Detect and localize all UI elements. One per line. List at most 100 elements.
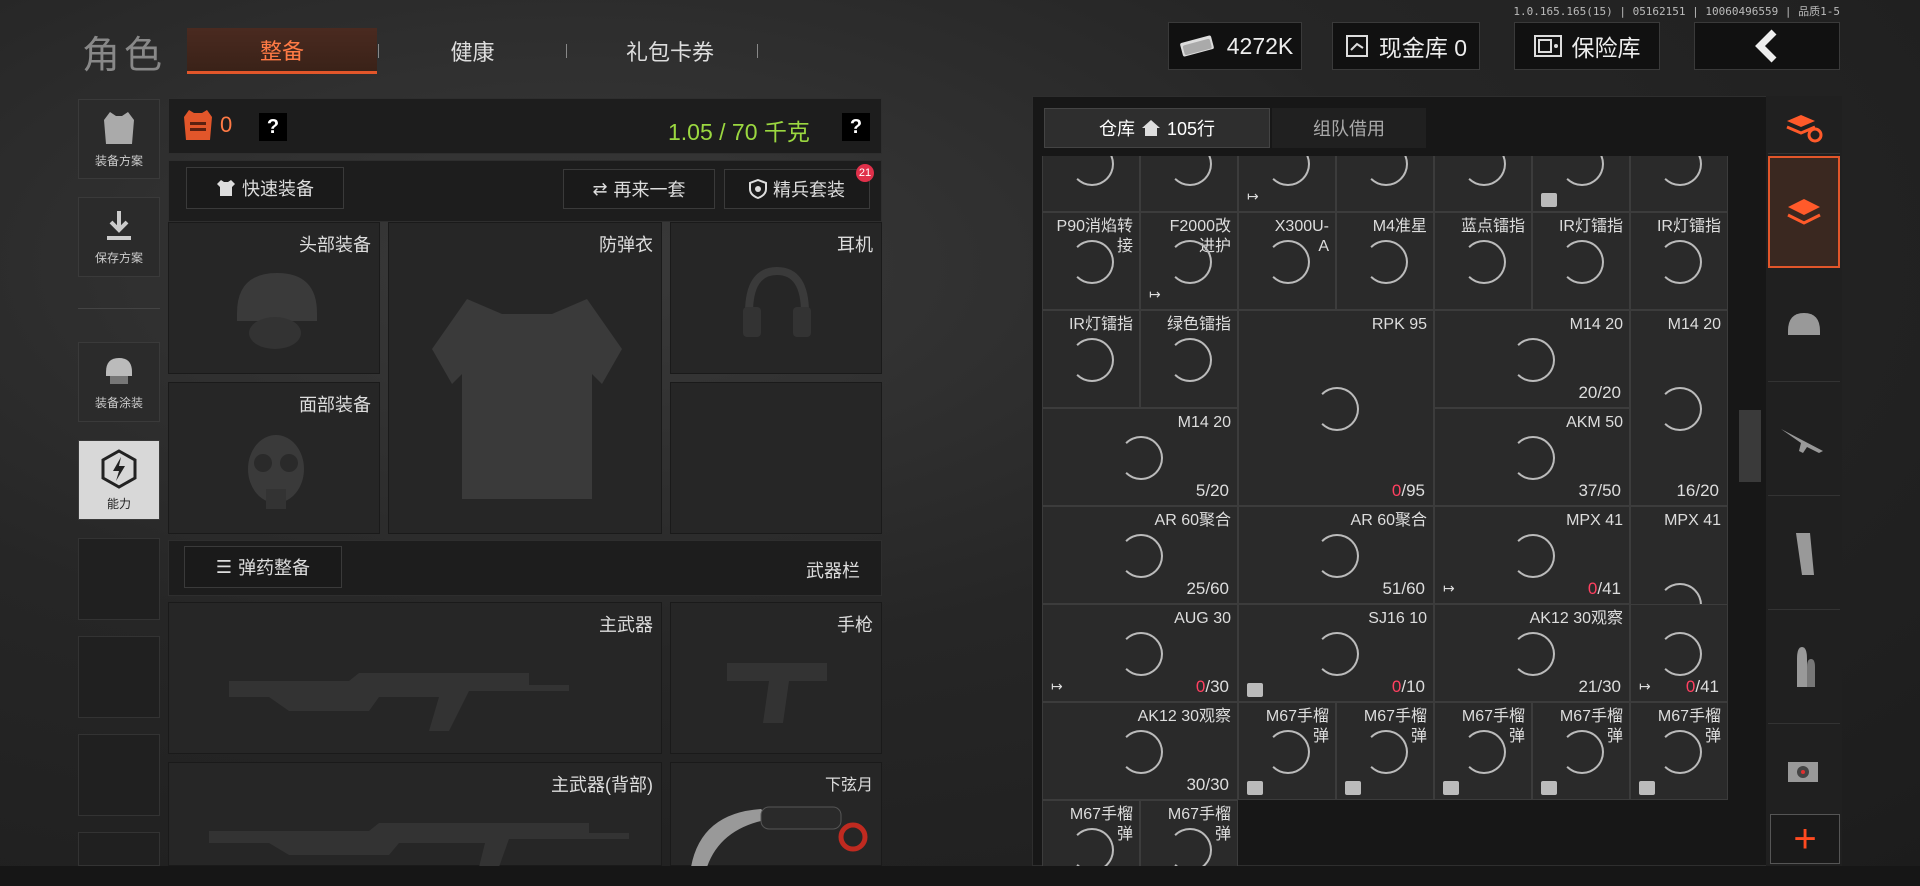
loading-spinner-icon: [1266, 156, 1310, 186]
tab-warehouse[interactable]: 仓库 105行: [1044, 108, 1270, 148]
ammo-refill-label: 弹药整备: [238, 558, 311, 578]
warehouse-item[interactable]: 器: [1532, 156, 1630, 212]
category-helmet-button[interactable]: [1768, 270, 1840, 382]
sidebar-divider: [78, 308, 160, 309]
warehouse-item[interactable]: IR灯镭指: [1630, 212, 1728, 310]
weight-help-button[interactable]: ?: [842, 113, 870, 141]
item-name: M14 20: [1667, 316, 1721, 333]
item-name: IR灯镭指: [1656, 218, 1721, 235]
warehouse-item[interactable]: P90消焰转 接: [1042, 212, 1140, 310]
warehouse-item[interactable]: RPK 95 0/95: [1238, 310, 1434, 506]
loading-spinner-icon: [1266, 730, 1310, 774]
weapon-bar-label: 武器栏: [806, 561, 860, 581]
category-rifle-button[interactable]: [1768, 384, 1840, 496]
category-layers-button[interactable]: [1768, 156, 1840, 268]
face-slot[interactable]: 面部装备: [168, 382, 380, 534]
tab-team-borrow[interactable]: 组队借用: [1272, 108, 1426, 148]
warehouse-item[interactable]: M14 20 16/20: [1630, 310, 1728, 506]
equipment-skin-button[interactable]: 装备涂装: [78, 342, 160, 422]
quick-equip-button[interactable]: 快速装备: [186, 167, 344, 209]
warehouse-item[interactable]: AK12 30观察 21/30: [1434, 604, 1630, 702]
money-display[interactable]: 4272K: [1168, 22, 1302, 70]
warehouse-item[interactable]: M67手榴 弹: [1140, 800, 1238, 866]
ability-button[interactable]: 能力: [78, 440, 160, 520]
loading-spinner-icon: [1315, 387, 1359, 431]
vest-slot[interactable]: 防弹衣: [388, 222, 662, 534]
warehouse-item[interactable]: AK12 30观察 30/30: [1042, 702, 1238, 800]
warehouse-item[interactable]: 消焰: [1336, 156, 1434, 212]
warehouse-item[interactable]: M67手榴 弹: [1434, 702, 1532, 800]
magazine-icon: [1796, 532, 1814, 575]
warehouse-item[interactable]: M67手榴 弹: [1532, 702, 1630, 800]
armor-count: 0: [220, 112, 233, 137]
warehouse-grid: 消焰↦消焰焰器C 消焰 P90消焰转 接F2000改 进护↦X300U- A M4准…: [1042, 156, 1732, 866]
warehouse-item[interactable]: IR灯镭指: [1532, 212, 1630, 310]
category-magazine-button[interactable]: [1768, 498, 1840, 610]
warehouse-item[interactable]: M14 20 5/20: [1042, 408, 1238, 506]
loading-spinner-icon: [1070, 240, 1114, 284]
melee-slot[interactable]: 下弦月: [670, 762, 882, 867]
ability-icon: [101, 448, 137, 489]
tab-health[interactable]: 健康: [400, 28, 545, 74]
loading-spinner-icon: [1315, 632, 1359, 676]
helmet-icon: [237, 273, 317, 349]
warehouse-item[interactable]: X300U- A: [1238, 212, 1336, 310]
save-plan-button[interactable]: 保存方案: [78, 197, 160, 277]
category-all-button[interactable]: [1768, 100, 1840, 154]
warehouse-item[interactable]: AR 60聚合 51/60: [1238, 506, 1434, 604]
warehouse-item[interactable]: M67手榴 弹: [1630, 702, 1728, 800]
loading-spinner-icon: [1658, 387, 1702, 431]
add-category-button[interactable]: +: [1770, 814, 1840, 864]
warehouse-item[interactable]: AUG 30 0/30 ↦: [1042, 604, 1238, 702]
warehouse-item[interactable]: [1042, 156, 1140, 212]
item-count: 0/95: [1391, 481, 1425, 500]
box-icon: [1247, 781, 1263, 795]
warehouse-item[interactable]: SJ16 10 0/10: [1238, 604, 1434, 702]
warehouse-item[interactable]: M4准星: [1336, 212, 1434, 310]
ammo-refill-button[interactable]: ☰ 弹药整备: [184, 546, 342, 588]
sidebar-label: 装备方案: [94, 153, 143, 168]
loadout-plan-button[interactable]: 装备方案: [78, 99, 160, 179]
back-button[interactable]: [1694, 22, 1840, 70]
safe-vault-button[interactable]: 保险库: [1514, 22, 1660, 70]
extra-slot[interactable]: [670, 382, 882, 534]
again-button[interactable]: ⇄ 再来一套: [563, 169, 715, 209]
loading-spinner-icon: [1462, 730, 1506, 774]
cash-vault-button[interactable]: 现金库 0: [1332, 22, 1480, 70]
warehouse-item[interactable]: MPX 41 0/41 ↦: [1434, 506, 1630, 604]
head-slot[interactable]: 头部装备: [168, 222, 380, 374]
warehouse-item[interactable]: 消焰↦: [1238, 156, 1336, 212]
warehouse-item[interactable]: IR灯镭指: [1042, 310, 1140, 408]
warehouse-item[interactable]: 焰: [1434, 156, 1532, 212]
category-ammo-button[interactable]: [1768, 612, 1840, 724]
loading-spinner-icon: [1119, 632, 1163, 676]
elite-set-button[interactable]: 精兵套装: [724, 169, 870, 209]
headset-slot[interactable]: 耳机: [670, 222, 882, 374]
box-icon: [1541, 193, 1557, 207]
tab-equip[interactable]: 整备: [187, 28, 377, 74]
warehouse-item[interactable]: 蓝点镭指: [1434, 212, 1532, 310]
item-count: 0/30: [1195, 677, 1229, 696]
category-scope-button[interactable]: [1768, 726, 1840, 812]
warehouse-item[interactable]: F2000改 进护 ↦: [1140, 212, 1238, 310]
warehouse-item[interactable]: 绿色镭指: [1140, 310, 1238, 408]
warehouse-item[interactable]: M67手榴 弹: [1238, 702, 1336, 800]
warehouse-scrollbar[interactable]: [1739, 410, 1761, 482]
warehouse-item[interactable]: M67手榴 弹: [1336, 702, 1434, 800]
tab-gift-cards[interactable]: 礼包卡券: [580, 28, 760, 74]
slot-label: 耳机: [837, 235, 873, 255]
primary-back-slot[interactable]: 主武器(背部): [168, 762, 662, 867]
warehouse-item[interactable]: [1140, 156, 1238, 212]
rifle-icon: [209, 823, 629, 867]
warehouse-item[interactable]: AR 60聚合 25/60: [1042, 506, 1238, 604]
vest-icon: [104, 111, 134, 144]
item-name: 绿色镭指: [1166, 316, 1231, 333]
armor-help-button[interactable]: ?: [259, 113, 287, 141]
primary-weapon-slot[interactable]: 主武器: [168, 602, 662, 754]
warehouse-item[interactable]: 0/41 ↦: [1630, 604, 1728, 702]
warehouse-item[interactable]: M67手榴 弹: [1042, 800, 1140, 866]
warehouse-item[interactable]: M14 20 20/20: [1434, 310, 1630, 408]
pistol-slot[interactable]: 手枪: [670, 602, 882, 754]
warehouse-item[interactable]: C 消焰: [1630, 156, 1728, 212]
warehouse-item[interactable]: AKM 50 37/50: [1434, 408, 1630, 506]
